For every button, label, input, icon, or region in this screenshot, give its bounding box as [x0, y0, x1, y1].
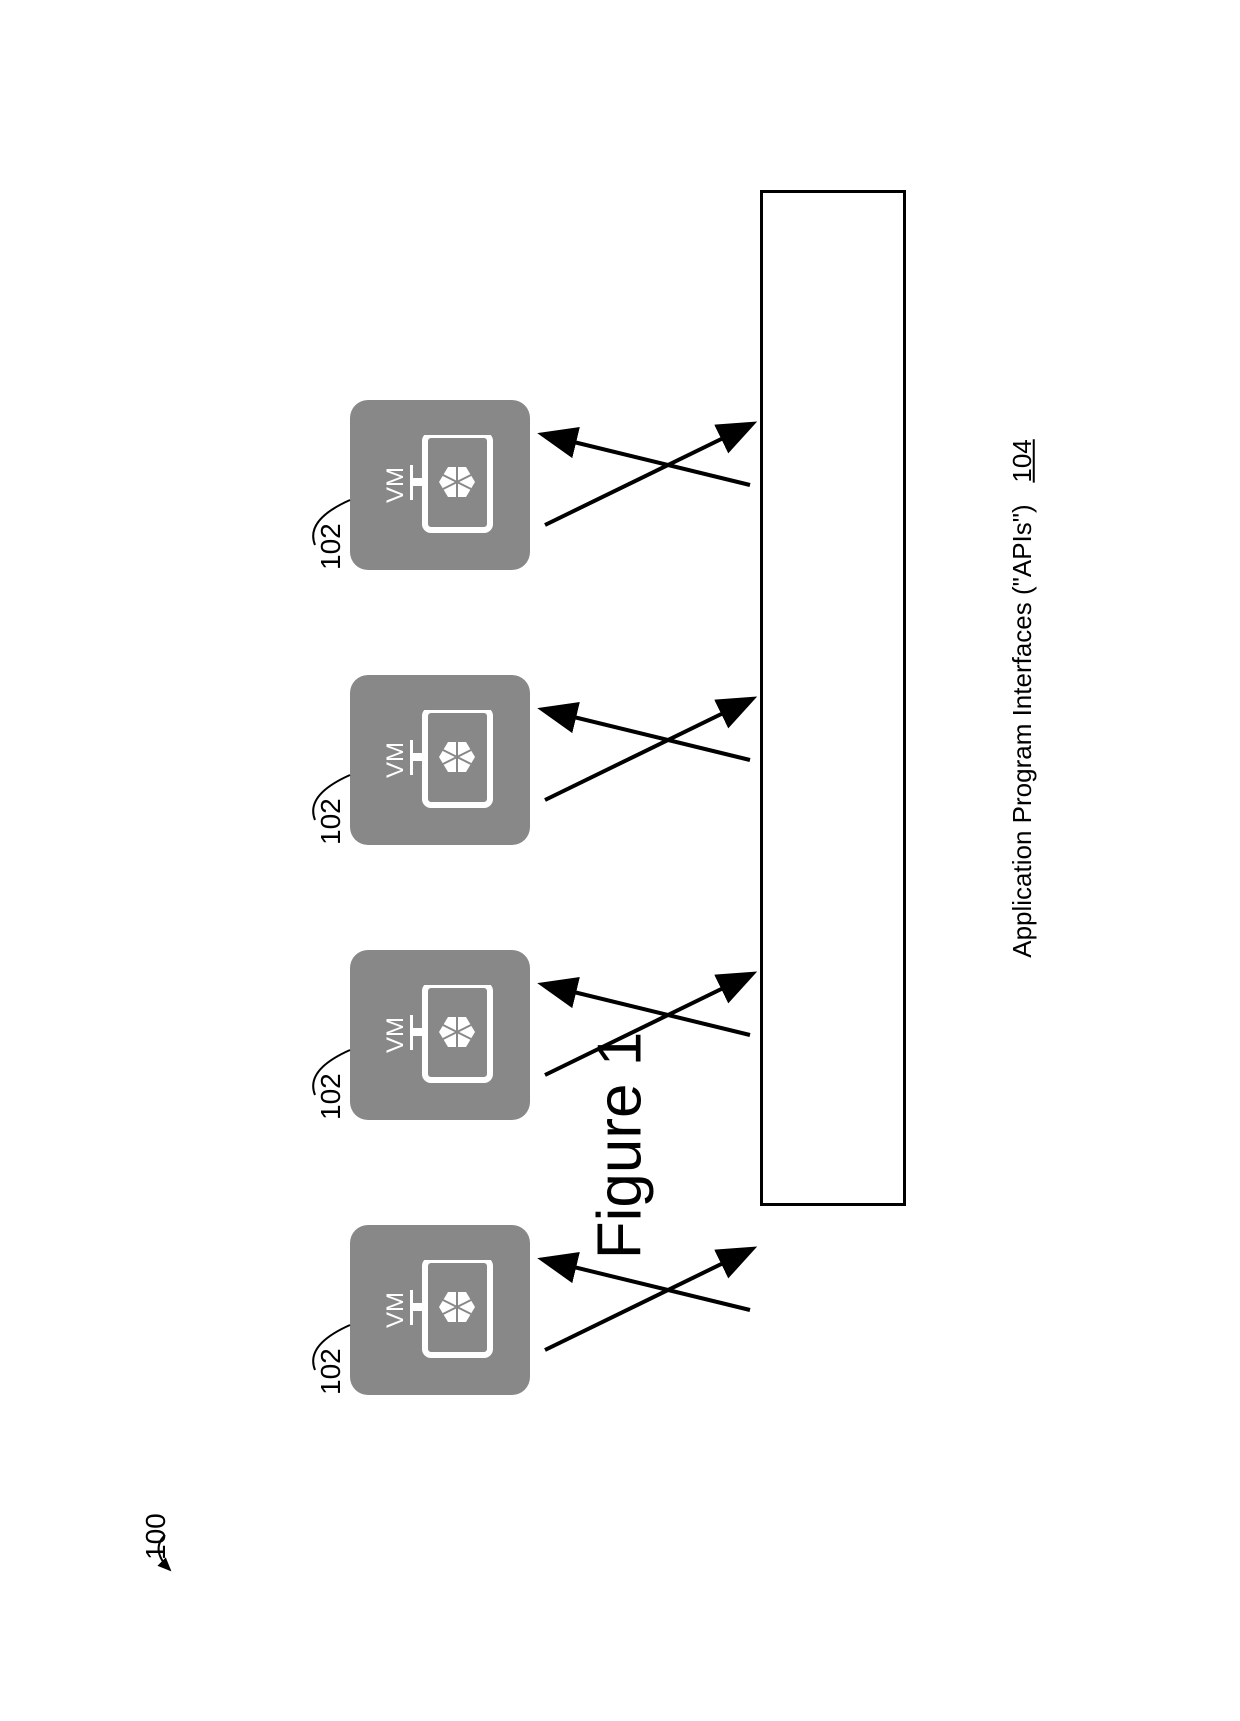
layer-stack: Application Program Interfaces ("APIs") …	[760, 190, 906, 1206]
monitor-icon	[410, 435, 505, 535]
vm-label: VM	[382, 742, 410, 778]
monitor-icon	[410, 985, 505, 1085]
vm-ref-label-1: 102	[315, 1348, 347, 1395]
vm-node-4: VM	[350, 400, 530, 570]
vm-label: VM	[382, 1292, 410, 1328]
vm-label: VM	[382, 467, 410, 503]
figure-caption: Figure 1	[585, 1032, 656, 1259]
api-layer: Application Program Interfaces ("APIs") …	[763, 193, 1240, 1203]
vm-node-3: VM	[350, 675, 530, 845]
monitor-icon	[410, 1260, 505, 1360]
vm-ref-label-2: 102	[315, 1073, 347, 1120]
api-ref: 104	[1007, 439, 1037, 482]
vm-node-2: VM	[350, 950, 530, 1120]
monitor-icon	[410, 710, 505, 810]
api-label: Application Program Interfaces ("APIs")	[1007, 504, 1037, 957]
vm-node-1: VM	[350, 1225, 530, 1395]
system-ref-arrow	[145, 1530, 195, 1580]
vm-ref-label-4: 102	[315, 523, 347, 570]
vm-label: VM	[382, 1017, 410, 1053]
vm-ref-label-3: 102	[315, 798, 347, 845]
